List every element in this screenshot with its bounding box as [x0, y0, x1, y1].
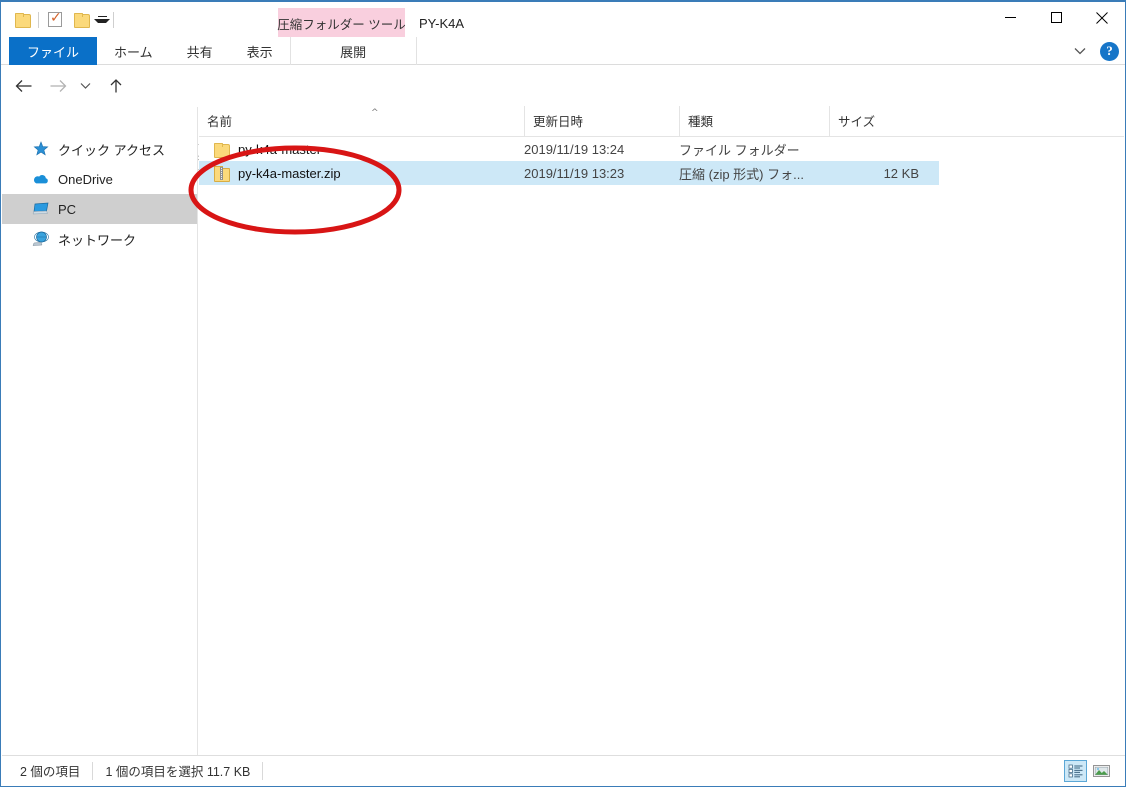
back-button[interactable]	[11, 74, 37, 98]
sidebar-item-network[interactable]: ネットワーク	[2, 224, 197, 254]
contextual-tab-header: 圧縮フォルダー ツール	[278, 8, 405, 38]
file-type-cell: 圧縮 (zip 形式) フォ...	[679, 161, 829, 185]
sidebar-item-label: クイック アクセス	[58, 140, 165, 159]
sort-ascending-icon: ^	[371, 109, 379, 118]
toolbar-divider-2	[113, 12, 114, 28]
chevron-down-icon[interactable]	[1070, 41, 1090, 61]
help-icon[interactable]: ?	[1100, 42, 1119, 61]
forward-button[interactable]	[45, 74, 71, 98]
explorer-window: ✓ 圧縮フォルダー ツール PY-K4A	[0, 0, 1126, 787]
navigation-pane: クイック アクセス OneDrive PC	[2, 107, 198, 757]
ribbon-controls: ?	[1070, 37, 1119, 65]
toolbar-divider	[38, 12, 39, 28]
sidebar-item-label: ネットワーク	[58, 230, 136, 249]
zip-folder-icon	[214, 166, 229, 180]
new-folder-icon[interactable]	[68, 5, 94, 35]
status-text-group: 2 個の項目 1 個の項目を選択 11.7 KB	[2, 760, 263, 782]
tab-view[interactable]: 表示	[230, 37, 290, 65]
table-row[interactable]: py-k4a-master.zip 2019/11/19 13:23 圧縮 (z…	[199, 161, 939, 185]
tab-file[interactable]: ファイル	[9, 37, 97, 65]
file-size-cell: 12 KB	[829, 161, 927, 185]
file-type-cell: ファイル フォルダー	[679, 137, 829, 161]
file-size-cell	[829, 137, 927, 161]
window-title: PY-K4A	[419, 8, 464, 38]
quick-access-toolbar: ✓	[9, 2, 117, 37]
star-icon	[32, 140, 50, 158]
status-bar: 2 個の項目 1 個の項目を選択 11.7 KB	[2, 755, 1125, 785]
folder-icon[interactable]	[9, 5, 35, 35]
sidebar-item-label: PC	[58, 202, 76, 217]
column-header-size[interactable]: サイズ	[829, 106, 927, 136]
tab-share[interactable]: 共有	[170, 37, 230, 65]
cloud-icon	[32, 170, 50, 188]
file-date-cell: 2019/11/19 13:23	[524, 161, 679, 185]
folder-icon	[214, 143, 229, 156]
properties-icon[interactable]: ✓	[42, 5, 68, 35]
sidebar-item-label: OneDrive	[58, 172, 113, 187]
ribbon-tab-strip: ファイル ホーム 共有 表示 展開 ?	[1, 37, 1125, 65]
tab-home[interactable]: ホーム	[97, 37, 170, 65]
column-header-date[interactable]: 更新日時	[524, 106, 679, 136]
file-name-label: py-k4a-master	[238, 142, 321, 157]
title-bar: ✓ 圧縮フォルダー ツール PY-K4A	[1, 2, 1125, 37]
up-button[interactable]	[103, 74, 129, 98]
table-row[interactable]: py-k4a-master 2019/11/19 13:24 ファイル フォルダ…	[199, 137, 1124, 161]
tab-extract[interactable]: 展開	[290, 37, 417, 65]
maximize-button[interactable]	[1033, 2, 1079, 33]
file-name-cell: py-k4a-master	[199, 137, 524, 161]
column-header-type[interactable]: 種類	[679, 106, 829, 136]
file-list-pane: 名前 更新日時 種類 サイズ ^ py-k4a-master 2019/11/1…	[199, 107, 1124, 757]
sidebar-item-quick-access[interactable]: クイック アクセス	[2, 134, 197, 164]
close-button[interactable]	[1079, 2, 1125, 33]
ribbon-tabs: ファイル ホーム 共有 表示 展開	[9, 37, 417, 65]
file-date-cell: 2019/11/19 13:24	[524, 137, 679, 161]
status-selection: 1 個の項目を選択 11.7 KB	[93, 762, 263, 780]
window-controls	[987, 2, 1125, 33]
sidebar-item-onedrive[interactable]: OneDrive	[2, 164, 197, 194]
customize-toolbar-caret[interactable]	[94, 16, 110, 23]
recent-locations-icon[interactable]	[75, 74, 95, 98]
minimize-button[interactable]	[987, 2, 1033, 33]
details-view-button[interactable]	[1064, 760, 1087, 782]
large-icons-view-button[interactable]	[1090, 760, 1113, 782]
column-header-row: 名前 更新日時 種類 サイズ ^	[199, 107, 1124, 137]
address-toolbar: › PC › Windows (C:) › DownLoad › PY-K4A	[1, 66, 1125, 106]
view-mode-buttons	[1064, 760, 1113, 782]
file-name-cell: py-k4a-master.zip	[199, 161, 524, 185]
column-header-name[interactable]: 名前	[199, 106, 524, 136]
sidebar-item-pc[interactable]: PC	[2, 194, 197, 224]
status-item-count: 2 個の項目	[2, 762, 93, 780]
monitor-icon	[32, 200, 50, 218]
file-name-label: py-k4a-master.zip	[238, 166, 341, 181]
network-icon	[32, 230, 50, 248]
